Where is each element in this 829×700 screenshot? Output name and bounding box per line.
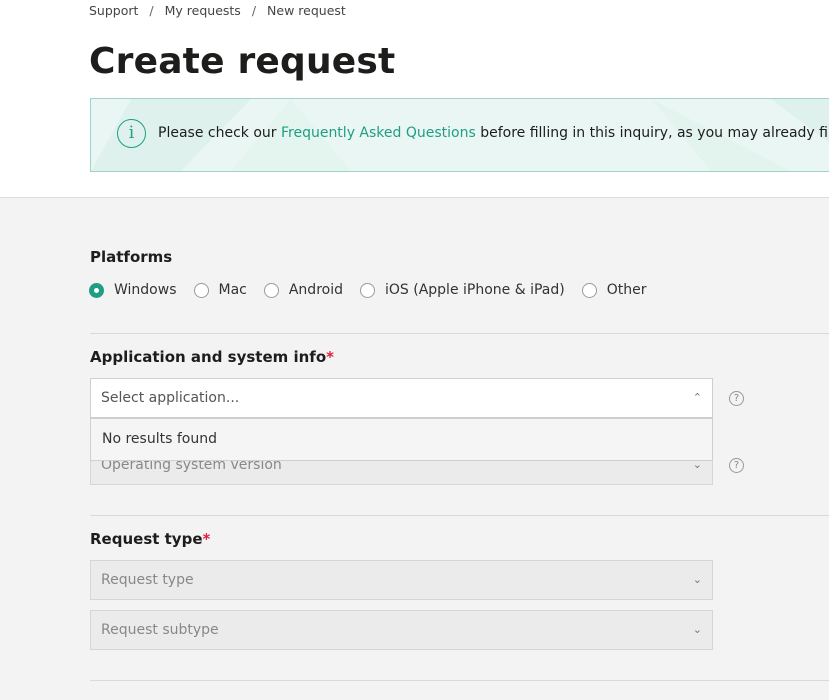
platform-option-android[interactable]: Android [263,282,343,298]
breadcrumb-my-requests[interactable]: My requests [165,3,241,18]
chevron-up-icon: ⌃ [692,391,702,404]
page-header: Support / My requests / New request Create r… [0,0,829,198]
page-title: Create request [89,41,396,82]
required-mark: * [326,348,334,366]
faq-link[interactable]: Frequently Asked Questions [281,125,476,141]
platforms-label: Platforms [90,248,173,266]
platform-option-ios[interactable]: iOS (Apple iPhone & iPad) [360,282,565,298]
chevron-down-icon: ⌄ [692,573,702,586]
radio-selected-icon[interactable] [89,282,104,298]
radio-icon[interactable] [263,282,279,298]
app-info-label: Application and system info* [90,348,334,366]
breadcrumb-separator: / [251,3,257,18]
platform-option-windows[interactable]: Windows [89,282,177,298]
breadcrumb-separator: / [149,3,154,18]
breadcrumb: Support / My requests / New request [89,3,346,18]
breadcrumb-support[interactable]: Support [89,3,138,18]
radio-icon[interactable] [193,282,209,298]
divider [90,680,829,681]
request-type-label: Request type* [90,530,211,548]
radio-icon[interactable] [581,282,597,298]
chevron-down-icon: ⌄ [692,623,702,636]
notice-text: Please check our Frequently Asked Questi… [158,125,829,141]
platform-option-mac[interactable]: Mac [193,282,247,298]
info-notice: i Please check our Frequently Asked Ques… [90,98,829,172]
divider [90,333,829,334]
info-icon: i [117,119,146,148]
help-icon[interactable]: ? [729,458,744,473]
help-icon[interactable]: ? [729,391,744,406]
divider [90,515,829,516]
application-dropdown-empty: No results found [90,418,713,461]
request-subtype-select[interactable]: Request subtype ⌄ [90,610,713,650]
request-type-select[interactable]: Request type ⌄ [90,560,713,600]
breadcrumb-current: New request [267,3,346,18]
platform-radio-group: Windows Mac Android iOS (Apple iPhone & iPa… [89,282,663,302]
application-select[interactable]: Select application... ⌃ [90,378,713,418]
platform-option-other[interactable]: Other [581,282,646,298]
required-mark: * [202,530,211,548]
radio-icon[interactable] [360,282,375,298]
